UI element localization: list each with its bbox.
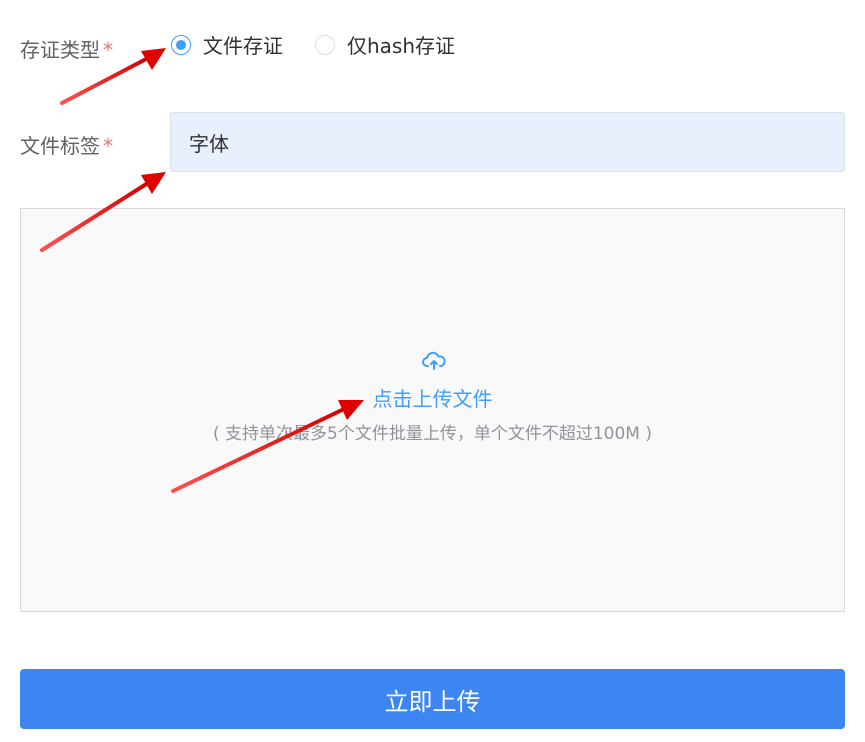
upload-hint: ( 支持单次最多5个文件批量上传，单个文件不超过100M ) bbox=[212, 424, 652, 444]
radio-file-evidence-label[interactable]: 文件存证 bbox=[203, 30, 283, 59]
upload-link[interactable]: 点击上传文件 bbox=[21, 383, 844, 412]
upload-dropzone[interactable]: 点击上传文件 ( 支持单次最多5个文件批量上传，单个文件不超过100M ) bbox=[20, 208, 845, 612]
radio-hash-only[interactable]: 仅hash存证 bbox=[315, 30, 455, 59]
evidence-type-label: 存证类型 * bbox=[20, 34, 113, 63]
required-mark: * bbox=[103, 38, 113, 62]
submit-upload-button[interactable]: 立即上传 bbox=[20, 669, 845, 729]
file-tag-label: 文件标签 * bbox=[20, 130, 113, 159]
required-mark: * bbox=[103, 134, 113, 158]
radio-checked-icon[interactable] bbox=[171, 34, 191, 55]
file-tag-input[interactable] bbox=[170, 112, 845, 172]
cloud-upload-icon[interactable] bbox=[422, 350, 446, 372]
radio-unchecked-icon[interactable] bbox=[315, 34, 335, 55]
file-tag-label-text: 文件标签 bbox=[20, 134, 100, 158]
radio-file-evidence[interactable]: 文件存证 bbox=[171, 30, 283, 59]
evidence-type-label-text: 存证类型 bbox=[20, 38, 100, 62]
radio-hash-only-label[interactable]: 仅hash存证 bbox=[347, 30, 455, 59]
upload-evidence-form: 存证类型* 文件存证 仅hash存证 文件标签* 点击上传文件 ( 支持单次最多… bbox=[0, 0, 865, 742]
